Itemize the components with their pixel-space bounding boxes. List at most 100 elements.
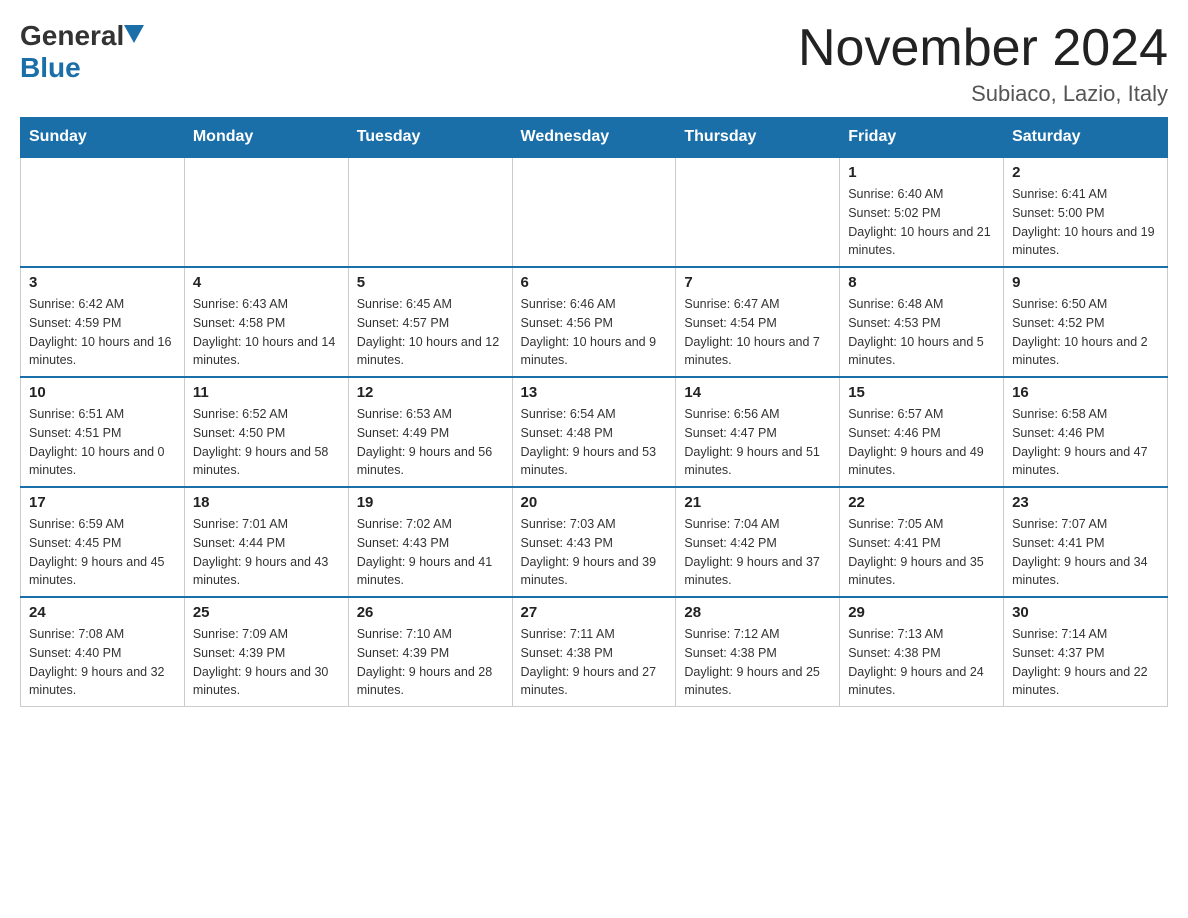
day-info: Sunset: 4:38 PM	[684, 644, 831, 663]
calendar-week-row: 24Sunrise: 7:08 AMSunset: 4:40 PMDayligh…	[21, 597, 1168, 707]
day-info: Daylight: 9 hours and 30 minutes.	[193, 663, 340, 701]
day-info: Daylight: 10 hours and 9 minutes.	[521, 333, 668, 371]
day-info: Daylight: 9 hours and 56 minutes.	[357, 443, 504, 481]
day-number: 13	[521, 384, 668, 401]
day-number: 26	[357, 604, 504, 621]
day-number: 11	[193, 384, 340, 401]
day-info: Sunrise: 6:54 AM	[521, 405, 668, 424]
table-row: 23Sunrise: 7:07 AMSunset: 4:41 PMDayligh…	[1004, 487, 1168, 597]
day-info: Sunrise: 7:14 AM	[1012, 625, 1159, 644]
day-info: Sunset: 4:51 PM	[29, 424, 176, 443]
day-info: Sunrise: 6:41 AM	[1012, 185, 1159, 204]
table-row: 2Sunrise: 6:41 AMSunset: 5:00 PMDaylight…	[1004, 157, 1168, 267]
day-number: 23	[1012, 494, 1159, 511]
day-info: Daylight: 10 hours and 14 minutes.	[193, 333, 340, 371]
title-block: November 2024 Subiaco, Lazio, Italy	[798, 20, 1168, 107]
table-row	[512, 157, 676, 267]
day-number: 6	[521, 274, 668, 291]
day-info: Sunrise: 6:45 AM	[357, 295, 504, 314]
day-info: Sunset: 4:44 PM	[193, 534, 340, 553]
day-number: 28	[684, 604, 831, 621]
day-number: 16	[1012, 384, 1159, 401]
day-info: Daylight: 10 hours and 19 minutes.	[1012, 223, 1159, 261]
day-info: Sunset: 4:48 PM	[521, 424, 668, 443]
day-info: Daylight: 9 hours and 32 minutes.	[29, 663, 176, 701]
day-number: 19	[357, 494, 504, 511]
day-info: Sunrise: 6:40 AM	[848, 185, 995, 204]
day-number: 10	[29, 384, 176, 401]
day-info: Daylight: 10 hours and 5 minutes.	[848, 333, 995, 371]
day-info: Sunrise: 7:01 AM	[193, 515, 340, 534]
day-info: Sunset: 4:57 PM	[357, 314, 504, 333]
day-info: Sunrise: 6:50 AM	[1012, 295, 1159, 314]
day-info: Sunrise: 7:02 AM	[357, 515, 504, 534]
table-row: 4Sunrise: 6:43 AMSunset: 4:58 PMDaylight…	[184, 267, 348, 377]
col-sunday: Sunday	[21, 118, 185, 158]
day-info: Sunrise: 6:52 AM	[193, 405, 340, 424]
calendar-title: November 2024	[798, 20, 1168, 77]
day-number: 2	[1012, 164, 1159, 181]
day-number: 8	[848, 274, 995, 291]
day-info: Sunset: 4:54 PM	[684, 314, 831, 333]
day-number: 3	[29, 274, 176, 291]
calendar-week-row: 10Sunrise: 6:51 AMSunset: 4:51 PMDayligh…	[21, 377, 1168, 487]
day-number: 21	[684, 494, 831, 511]
day-info: Daylight: 9 hours and 39 minutes.	[521, 553, 668, 591]
col-wednesday: Wednesday	[512, 118, 676, 158]
day-info: Sunrise: 7:07 AM	[1012, 515, 1159, 534]
col-thursday: Thursday	[676, 118, 840, 158]
day-info: Sunrise: 7:04 AM	[684, 515, 831, 534]
table-row: 29Sunrise: 7:13 AMSunset: 4:38 PMDayligh…	[840, 597, 1004, 707]
table-row: 1 Sunrise: 6:40 AMSunset: 5:02 PMDaylight…	[840, 157, 1004, 267]
table-row	[676, 157, 840, 267]
day-info: Daylight: 9 hours and 34 minutes.	[1012, 553, 1159, 591]
table-row: 22Sunrise: 7:05 AMSunset: 4:41 PMDayligh…	[840, 487, 1004, 597]
day-info: Sunset: 4:59 PM	[29, 314, 176, 333]
page-header: General Blue November 2024 Subiaco, Lazi…	[20, 20, 1168, 107]
day-info: Daylight: 9 hours and 53 minutes.	[521, 443, 668, 481]
day-number: 30	[1012, 604, 1159, 621]
day-info: Sunrise: 6:53 AM	[357, 405, 504, 424]
day-info: Sunset: 4:46 PM	[1012, 424, 1159, 443]
day-info: Daylight: 9 hours and 43 minutes.	[193, 553, 340, 591]
day-info: Daylight: 9 hours and 35 minutes.	[848, 553, 995, 591]
day-info: Daylight: 9 hours and 37 minutes.	[684, 553, 831, 591]
day-number: 4	[193, 274, 340, 291]
col-saturday: Saturday	[1004, 118, 1168, 158]
table-row	[348, 157, 512, 267]
table-row	[21, 157, 185, 267]
table-row: 8Sunrise: 6:48 AMSunset: 4:53 PMDaylight…	[840, 267, 1004, 377]
day-number: 5	[357, 274, 504, 291]
day-info: Sunrise: 6:46 AM	[521, 295, 668, 314]
day-info: Sunrise: 7:13 AM	[848, 625, 995, 644]
day-info: Daylight: 10 hours and 16 minutes.	[29, 333, 176, 371]
day-number: 1	[848, 164, 995, 181]
table-row: 13 Sunrise: 6:54 AMSunset: 4:48 PMDayligh…	[512, 377, 676, 487]
day-info: Sunset: 4:38 PM	[848, 644, 995, 663]
day-info: Sunrise: 6:56 AM	[684, 405, 831, 424]
day-info: Sunrise: 7:03 AM	[521, 515, 668, 534]
day-info: Daylight: 10 hours and 12 minutes.	[357, 333, 504, 371]
calendar-header-row: Sunday Monday Tuesday Wednesday Thursday…	[21, 118, 1168, 158]
col-friday: Friday	[840, 118, 1004, 158]
day-info: Daylight: 10 hours and 0 minutes.	[29, 443, 176, 481]
table-row: 19Sunrise: 7:02 AMSunset: 4:43 PMDayligh…	[348, 487, 512, 597]
day-info: Sunset: 4:46 PM	[848, 424, 995, 443]
day-info: Daylight: 9 hours and 27 minutes.	[521, 663, 668, 701]
day-number: 14	[684, 384, 831, 401]
day-number: 15	[848, 384, 995, 401]
day-info: Sunrise: 6:58 AM	[1012, 405, 1159, 424]
day-info: Sunset: 5:02 PM	[848, 204, 995, 223]
day-info: Sunset: 4:40 PM	[29, 644, 176, 663]
table-row: 16Sunrise: 6:58 AMSunset: 4:46 PMDayligh…	[1004, 377, 1168, 487]
table-row: 6Sunrise: 6:46 AMSunset: 4:56 PMDaylight…	[512, 267, 676, 377]
day-info: Sunset: 4:45 PM	[29, 534, 176, 553]
day-info: Sunset: 4:39 PM	[193, 644, 340, 663]
day-info: Daylight: 10 hours and 21 minutes.	[848, 223, 995, 261]
day-info: Sunset: 4:38 PM	[521, 644, 668, 663]
logo-general-text: General	[20, 20, 124, 52]
table-row: 11Sunrise: 6:52 AMSunset: 4:50 PMDayligh…	[184, 377, 348, 487]
calendar-week-row: 17Sunrise: 6:59 AMSunset: 4:45 PMDayligh…	[21, 487, 1168, 597]
day-info: Sunrise: 6:51 AM	[29, 405, 176, 424]
logo: General Blue	[20, 20, 144, 84]
